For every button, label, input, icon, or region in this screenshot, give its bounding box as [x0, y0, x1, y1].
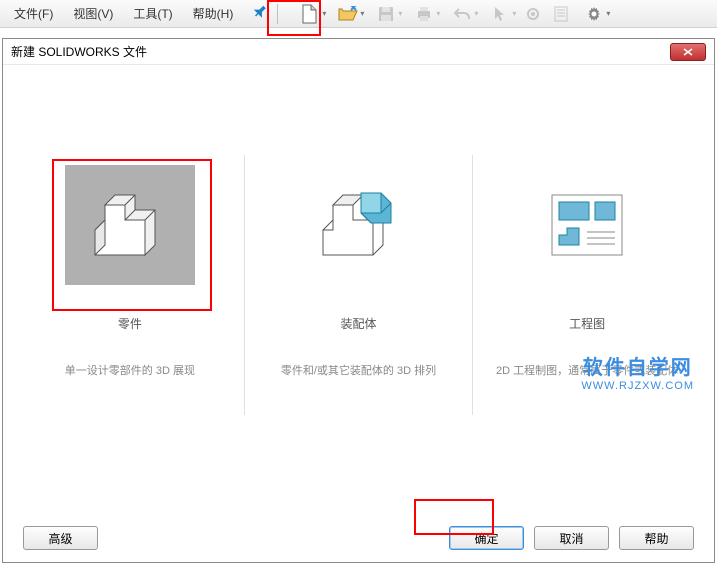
dropdown-caret-icon: ▾ [606, 9, 610, 18]
dropdown-caret-icon: ▾ [474, 9, 478, 18]
gear-icon [586, 6, 602, 22]
option-label: 零件 [118, 315, 142, 332]
dropdown-caret-icon: ▾ [398, 9, 402, 18]
cancel-button[interactable]: 取消 [534, 526, 609, 550]
new-file-button[interactable]: ▾ [292, 2, 328, 26]
watermark: 软件自学网 WWW.RJZXW.COM [581, 351, 694, 392]
option-desc: 零件和/或其它装配体的 3D 排列 [281, 362, 436, 378]
separator [472, 155, 473, 415]
advanced-button[interactable]: 高级 [23, 526, 98, 550]
option-assembly[interactable]: 装配体 零件和/或其它装配体的 3D 排列 [258, 165, 458, 415]
help-button[interactable]: 帮助 [619, 526, 694, 550]
watermark-text: 软件自学网 [581, 351, 694, 380]
open-file-button[interactable]: ▾ [330, 2, 366, 26]
undo-icon [454, 7, 470, 21]
option-part[interactable]: 零件 单一设计零部件的 3D 展现 [30, 165, 230, 415]
close-icon [683, 48, 693, 56]
undo-button: ▾ [444, 2, 480, 26]
options-button[interactable]: ▾ [576, 2, 612, 26]
dialog-footer: 高级 确定 取消 帮助 [3, 526, 714, 550]
document-icon [301, 4, 319, 24]
menubar: 文件(F) 视图(V) 工具(T) 帮助(H) ▾ ▾ [0, 0, 717, 28]
dropdown-caret-icon: ▾ [436, 9, 440, 18]
toolbar-separator [277, 4, 278, 24]
option-label: 装配体 [340, 315, 376, 332]
new-file-dialog: 新建 SOLIDWORKS 文件 零件 单一设计零部件的 3D 展现 [2, 38, 715, 563]
print-button: ▾ [406, 2, 442, 26]
dialog-title: 新建 SOLIDWORKS 文件 [11, 43, 147, 60]
menu-file[interactable]: 文件(F) [4, 1, 63, 26]
ok-button[interactable]: 确定 [449, 526, 524, 550]
part-icon [65, 165, 195, 285]
pin-icon[interactable] [247, 2, 270, 25]
dropdown-caret-icon: ▾ [322, 9, 326, 18]
option-label: 工程图 [569, 315, 605, 332]
properties-icon [554, 6, 568, 22]
print-icon [416, 6, 432, 22]
watermark-url: WWW.RJZXW.COM [581, 380, 694, 392]
menu-help[interactable]: 帮助(H) [183, 1, 244, 26]
dropdown-caret-icon: ▾ [360, 9, 364, 18]
rebuild-icon [526, 7, 540, 21]
cursor-icon [494, 6, 506, 22]
dropdown-caret-icon: ▾ [512, 9, 516, 18]
save-icon [378, 6, 394, 22]
folder-open-icon [338, 6, 358, 22]
toolbar: ▾ ▾ ▾ ▾ [292, 2, 612, 26]
save-button: ▾ [368, 2, 404, 26]
separator [244, 155, 245, 415]
rebuild-button [520, 2, 546, 26]
menu-tools[interactable]: 工具(T) [123, 1, 182, 26]
dialog-titlebar: 新建 SOLIDWORKS 文件 [3, 39, 714, 65]
menu-view[interactable]: 视图(V) [63, 1, 123, 26]
properties-button [548, 2, 574, 26]
select-button: ▾ [482, 2, 518, 26]
option-desc: 单一设计零部件的 3D 展现 [65, 362, 195, 378]
close-button[interactable] [670, 43, 706, 61]
drawing-icon [522, 165, 652, 285]
assembly-icon [293, 165, 423, 285]
